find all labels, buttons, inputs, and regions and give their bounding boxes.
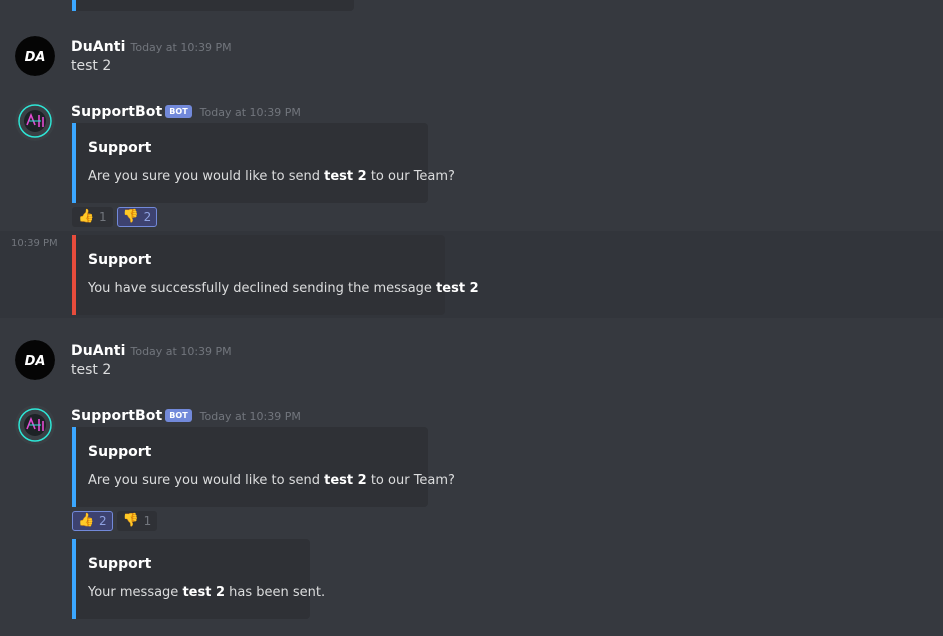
embed-description: Are you sure you would like to send test… <box>88 473 455 488</box>
embed-description: You have successfully declined sending t… <box>88 281 479 296</box>
embed-title: Support <box>88 444 152 460</box>
embed-desc-text: to our Team? <box>366 169 455 184</box>
message-text: test 2 <box>71 362 112 378</box>
reactions: 👍 2 👎 1 <box>72 511 158 531</box>
avatar[interactable]: DA <box>15 36 55 76</box>
embed-desc-bold: test 2 <box>182 585 226 600</box>
thumbs-down-icon: 👎 <box>122 209 139 224</box>
embed-description: Your message test 2 has been sent. <box>88 585 325 600</box>
reaction-count: 2 <box>143 210 152 224</box>
avatar[interactable] <box>15 101 55 141</box>
reaction-count: 1 <box>143 514 152 528</box>
message-header: SupportBot BOT Today at 10:39 PM <box>71 405 301 424</box>
timestamp: Today at 10:39 PM <box>130 41 232 54</box>
embed-desc-text: to our Team? <box>366 473 455 488</box>
message-text: test 2 <box>71 58 112 74</box>
embed: Support You have successfully declined s… <box>72 235 479 315</box>
embed-desc-bold: test 2 <box>324 169 367 184</box>
embed-desc-bold: test 2 <box>436 281 479 296</box>
embed-title: Support <box>88 252 152 268</box>
embed-desc-text: Are you sure you would like to send <box>88 169 325 184</box>
embed: Support Are you sure you would like to s… <box>72 427 455 507</box>
message-header: DuAnti Today at 10:39 PM <box>71 36 232 55</box>
username[interactable]: SupportBot <box>71 104 162 120</box>
message-group: DA DuAnti Today at 10:39 PM test 2 <box>0 30 943 80</box>
username[interactable]: DuAnti <box>71 343 125 359</box>
reaction-count: 2 <box>99 514 107 528</box>
thumbs-down-icon: 👎 <box>122 513 139 528</box>
embed-desc-text: Are you sure you would like to send <box>88 473 325 488</box>
supportbot-avatar-icon <box>15 405 55 445</box>
reactions: 👍 1 👎 2 <box>72 207 158 227</box>
avatar[interactable] <box>15 405 55 445</box>
embed: Support Your message test 2 has been sen… <box>72 539 325 619</box>
embed-title: Support <box>88 556 152 572</box>
bot-tag: BOT <box>165 105 192 118</box>
avatar-label: DA <box>25 354 46 369</box>
reaction-thumbs-down[interactable]: 👎 1 <box>116 511 158 531</box>
previous-embed <box>72 0 354 11</box>
embed-desc-text: You have successfully declined sending t… <box>88 281 437 296</box>
reaction-thumbs-down[interactable]: 👎 2 <box>116 207 158 227</box>
message-header: SupportBot BOT Today at 10:39 PM <box>71 101 301 120</box>
embed-title: Support <box>88 140 152 156</box>
reaction-thumbs-up[interactable]: 👍 1 <box>72 207 113 227</box>
reaction-thumbs-up[interactable]: 👍 2 <box>72 511 113 531</box>
message-group: DA DuAnti Today at 10:39 PM test 2 <box>0 334 943 384</box>
bot-tag: BOT <box>165 409 192 422</box>
embed-desc-text: Your message <box>88 585 183 600</box>
timestamp: Today at 10:39 PM <box>199 410 301 423</box>
avatar-label: DA <box>25 50 46 65</box>
embed-description: Are you sure you would like to send test… <box>88 169 455 184</box>
side-timestamp: 10:39 PM <box>11 238 58 249</box>
thumbs-up-icon: 👍 <box>78 209 95 224</box>
reaction-count: 1 <box>99 210 107 224</box>
avatar[interactable]: DA <box>15 340 55 380</box>
duanti-avatar-icon: DA <box>15 36 55 76</box>
chat-area: DA DuAnti Today at 10:39 PM test 2 Suppor… <box>0 0 943 636</box>
thumbs-up-icon: 👍 <box>78 513 95 528</box>
timestamp: Today at 10:39 PM <box>130 345 232 358</box>
duanti-avatar-icon: DA <box>15 340 55 380</box>
timestamp: Today at 10:39 PM <box>199 106 301 119</box>
message-header: DuAnti Today at 10:39 PM <box>71 340 232 359</box>
supportbot-avatar-icon <box>15 101 55 141</box>
embed-desc-bold: test 2 <box>324 473 367 488</box>
embed: Support Are you sure you would like to s… <box>72 123 455 203</box>
embed-desc-text: has been sent. <box>225 585 326 600</box>
username[interactable]: SupportBot <box>71 408 162 424</box>
username[interactable]: DuAnti <box>71 39 125 55</box>
